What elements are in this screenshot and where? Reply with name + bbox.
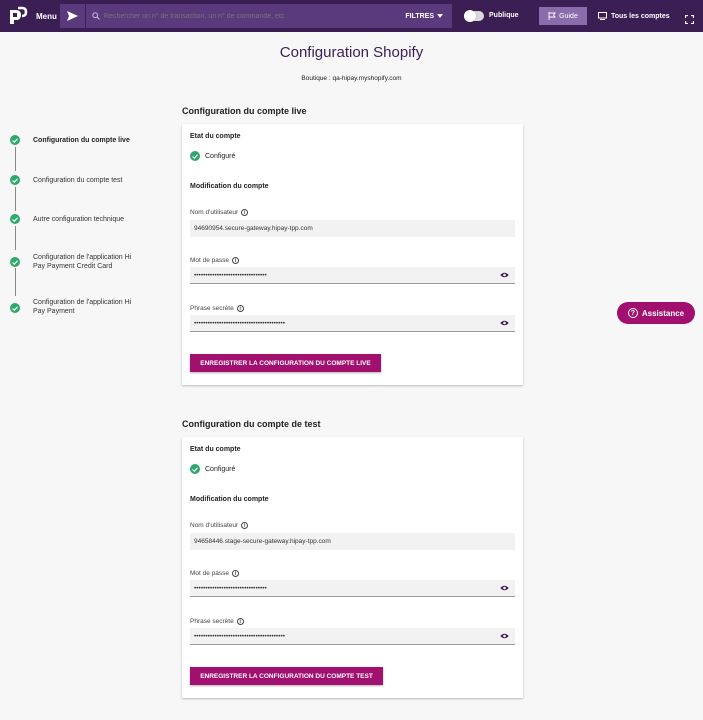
account-modification-label: Modification du compte: [190, 183, 269, 190]
password-label: Mot de passe i: [190, 257, 240, 264]
search-bar: FILTRES: [60, 4, 452, 28]
account-status: Configuré: [190, 464, 235, 474]
live-config-card: Etat du compte Configuré Modification du…: [182, 124, 523, 385]
step-label: Configuration du compte test: [33, 177, 123, 184]
status-text: Configuré: [205, 465, 236, 473]
secret-input[interactable]: [194, 319, 484, 327]
step-credit-card-app[interactable]: Configuration de l'application Hi Pay Pa…: [10, 254, 131, 270]
account-state-label: Etat du compte: [190, 133, 241, 140]
step-other-technical-config[interactable]: Autre configuration technique: [10, 214, 124, 224]
username-field: [190, 220, 515, 237]
step-label: Autre configuration technique: [33, 216, 125, 223]
step-live-account[interactable]: Configuration du compte live: [10, 135, 130, 145]
secret-label-text: Phrase secrète: [190, 618, 234, 625]
eye-icon[interactable]: [500, 320, 509, 326]
all-accounts-button[interactable]: Tous les comptes: [598, 12, 670, 20]
account-state-label: Etat du compte: [190, 446, 241, 453]
help-icon: ?: [627, 308, 638, 318]
fullscreen-icon[interactable]: [684, 11, 695, 29]
step-connector: [15, 147, 16, 171]
search-icon: [92, 12, 100, 20]
search-input[interactable]: [104, 12, 404, 20]
password-field: [190, 267, 515, 284]
step-payment-app[interactable]: Configuration de l'application Hi Pay Pa…: [10, 299, 131, 315]
check-circle-icon: [10, 175, 20, 185]
step-connector: [15, 187, 16, 211]
username-label: Nom d'utilisateur i: [190, 522, 249, 529]
username-label-text: Nom d'utilisateur: [190, 522, 239, 529]
assistance-button[interactable]: ? Assistance: [617, 302, 695, 324]
test-config-card: Etat du compte Configuré Modification du…: [182, 437, 523, 698]
check-circle-icon: [10, 257, 20, 267]
password-label: Mot de passe i: [190, 570, 240, 577]
secret-field: [190, 628, 515, 645]
filters-dropdown[interactable]: FILTRES: [405, 13, 443, 20]
top-bar: Menu FILTRES Publique Guide Tous les com…: [0, 0, 703, 32]
eye-icon[interactable]: [500, 585, 509, 591]
info-icon[interactable]: i: [236, 305, 244, 312]
menu-button[interactable]: Menu: [36, 12, 57, 21]
shop-name: Boutique : qa-hipay.myshopify.com: [301, 75, 402, 82]
guide-label: Guide: [559, 12, 578, 20]
check-circle-icon: [10, 303, 20, 313]
status-text: Configuré: [205, 152, 236, 160]
step-connector: [15, 268, 16, 296]
secret-field: [190, 315, 515, 332]
username-label-text: Nom d'utilisateur: [190, 209, 239, 216]
secret-input[interactable]: [194, 632, 484, 640]
caret-down-icon: [437, 14, 443, 18]
step-connector: [15, 226, 16, 250]
page-title: Configuration Shopify: [279, 44, 424, 61]
all-accounts-label: Tous les comptes: [611, 12, 670, 20]
check-circle-icon: [10, 135, 20, 145]
filters-label: FILTRES: [405, 12, 434, 20]
assistance-label: Assistance: [641, 308, 685, 318]
save-live-config-button[interactable]: ENREGISTRER LA CONFIGURATION DU COMPTE L…: [190, 354, 381, 372]
username-label: Nom d'utilisateur i: [190, 209, 249, 216]
info-icon[interactable]: i: [236, 618, 244, 625]
guide-button[interactable]: Guide: [539, 7, 587, 25]
secret-label: Phrase secrète i: [190, 618, 244, 625]
account-modification-label: Modification du compte: [190, 496, 269, 503]
step-label: Configuration de l'application Hi Pay Pa…: [33, 254, 132, 270]
check-circle-icon: [190, 151, 200, 161]
info-icon[interactable]: i: [232, 257, 240, 264]
check-circle-icon: [190, 464, 200, 474]
username-input[interactable]: [194, 538, 484, 545]
step-test-account[interactable]: Configuration du compte test: [10, 175, 123, 185]
username-field: [190, 533, 515, 550]
password-field: [190, 580, 515, 597]
public-label: Publique: [489, 12, 519, 19]
eye-icon[interactable]: [500, 272, 509, 278]
password-input[interactable]: [194, 584, 484, 592]
save-test-config-button[interactable]: ENREGISTRER LA CONFIGURATION DU COMPTE T…: [190, 667, 383, 685]
step-label: Configuration de l'application Hi Pay Pa…: [33, 299, 132, 315]
password-label-text: Mot de passe: [190, 257, 230, 264]
secret-label: Phrase secrète i: [190, 305, 244, 312]
hipay-logo[interactable]: [8, 6, 28, 26]
check-circle-icon: [10, 214, 20, 224]
public-toggle[interactable]: [464, 10, 484, 22]
live-section-title: Configuration du compte live: [182, 106, 307, 116]
account-status: Configuré: [190, 151, 235, 161]
username-input[interactable]: [194, 225, 484, 232]
test-section-title: Configuration du compte de test: [182, 419, 321, 429]
step-label: Configuration du compte live: [33, 137, 130, 144]
monitor-icon: [598, 12, 607, 20]
password-input[interactable]: [194, 271, 484, 279]
secret-label-text: Phrase secrète: [190, 305, 234, 312]
password-label-text: Mot de passe: [190, 570, 230, 577]
eye-icon[interactable]: [500, 633, 509, 639]
flag-icon: [548, 12, 557, 20]
info-icon[interactable]: i: [241, 522, 249, 529]
info-icon[interactable]: i: [232, 570, 240, 577]
info-icon[interactable]: i: [241, 209, 249, 216]
send-icon[interactable]: [60, 4, 86, 28]
